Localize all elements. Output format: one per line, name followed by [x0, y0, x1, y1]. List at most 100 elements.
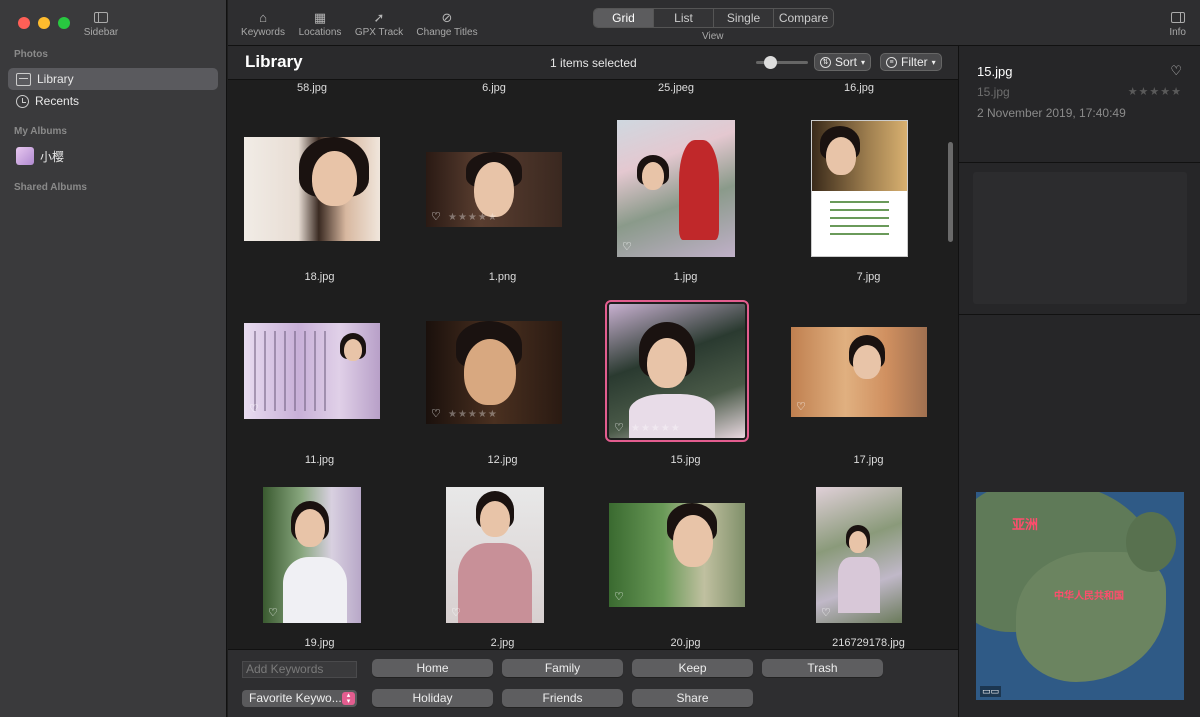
- photo-label: 58.jpg: [297, 82, 327, 94]
- photo-thumbnail[interactable]: [811, 120, 908, 257]
- photo-cell[interactable]: ♡ ★★★★★ 12.jpg: [411, 283, 594, 466]
- favorite-keywords-label: Favorite Keywo...: [249, 691, 342, 705]
- sidebar-toggle-button[interactable]: Sidebar: [80, 10, 122, 38]
- heart-icon[interactable]: ♡: [821, 606, 831, 619]
- tab-grid[interactable]: Grid: [594, 9, 654, 27]
- gpx-track-tool-button[interactable]: ➚ GPX Track: [353, 9, 405, 38]
- photo-label: 7.jpg: [856, 271, 881, 283]
- sidebar-item-library[interactable]: Library: [8, 68, 218, 90]
- close-window-button[interactable]: [18, 17, 30, 29]
- photo-cell[interactable]: ♡ ★★★★★ 1.png: [411, 100, 594, 283]
- sidebar: Sidebar Photos Library Recents My Albums…: [0, 0, 227, 717]
- sort-button[interactable]: ⇅ Sort ▾: [814, 53, 872, 71]
- heart-icon[interactable]: ♡: [796, 400, 806, 413]
- filter-label: Filter: [901, 55, 928, 69]
- photos-heading: Photos: [14, 49, 48, 60]
- sidebar-item-album-xiaoying[interactable]: 小樱: [8, 145, 218, 167]
- photo-cell[interactable]: ♡ 17.jpg: [777, 283, 958, 466]
- photo-cell[interactable]: ♡ 1.jpg: [594, 100, 777, 283]
- photo-thumbnail[interactable]: ♡ ★★★★★: [426, 152, 562, 227]
- keyword-share-button[interactable]: Share: [632, 689, 753, 707]
- sidebar-item-label: Library: [37, 72, 74, 86]
- photo-thumbnail[interactable]: ♡: [791, 327, 927, 417]
- photo-label: 11.jpg: [304, 454, 335, 466]
- photo-label: 15.jpg: [670, 454, 701, 466]
- photo-cell[interactable]: ♡ 216729178.jpg: [777, 466, 958, 649]
- keyword-trash-button[interactable]: Trash: [762, 659, 883, 677]
- rating-stars[interactable]: ★★★★★: [631, 423, 681, 434]
- photo-thumbnail[interactable]: ♡ ★★★★★: [605, 300, 749, 442]
- info-title[interactable]: 15.jpg: [977, 85, 1010, 99]
- add-keywords-input[interactable]: Add Keywords: [242, 661, 357, 678]
- library-icon: [16, 72, 31, 86]
- heart-icon[interactable]: ♡: [614, 421, 624, 434]
- photo-thumbnail[interactable]: ♡: [263, 487, 361, 623]
- photo-thumbnail[interactable]: ♡: [816, 487, 902, 623]
- tab-single[interactable]: Single: [714, 9, 774, 27]
- keyword-home-button[interactable]: Home: [372, 659, 493, 677]
- zoom-window-button[interactable]: [58, 17, 70, 29]
- arrow-icon: ➚: [373, 10, 385, 25]
- photo-thumbnail[interactable]: ♡: [446, 487, 544, 623]
- heart-icon[interactable]: ♡: [268, 606, 278, 619]
- photo-cell[interactable]: 7.jpg: [777, 100, 958, 283]
- favorite-keywords-select[interactable]: Favorite Keywo... ▴ ▾: [242, 690, 357, 707]
- info-file-name[interactable]: 15.jpg: [977, 64, 1012, 79]
- photo-cell[interactable]: ♡ 19.jpg: [228, 466, 411, 649]
- sidebar-item-label: 小樱: [40, 149, 65, 164]
- filter-icon: ≡: [886, 56, 897, 68]
- keyword-friends-button[interactable]: Friends: [502, 689, 623, 707]
- photo-thumbnail[interactable]: ♡: [617, 120, 735, 257]
- photo-cell-selected[interactable]: ♡ ★★★★★ 15.jpg: [594, 283, 777, 466]
- photo-label: 1.png: [488, 271, 517, 283]
- grid-scrollbar[interactable]: [948, 142, 953, 242]
- thumbnail-size-slider[interactable]: [756, 56, 808, 69]
- view-mode-segmented-control: Grid List Single Compare: [593, 8, 834, 28]
- photo-label: 16.jpg: [844, 82, 874, 94]
- photo-thumbnail[interactable]: [244, 137, 380, 241]
- keyword-keep-button[interactable]: Keep: [632, 659, 753, 677]
- slider-knob[interactable]: [764, 56, 777, 69]
- sidebar-toggle-label: Sidebar: [83, 27, 119, 38]
- change-titles-tool-button[interactable]: ⊘ Change Titles: [414, 9, 480, 38]
- map-label-china: 中华人民共和国: [1054, 591, 1124, 602]
- photo-cell[interactable]: ♡ 20.jpg: [594, 466, 777, 649]
- info-toggle-button[interactable]: Info: [1169, 10, 1186, 38]
- keyword-family-button[interactable]: Family: [502, 659, 623, 677]
- shared-albums-heading: Shared Albums: [14, 182, 87, 193]
- heart-icon[interactable]: ♡: [431, 210, 441, 223]
- rating-stars[interactable]: ★★★★★: [448, 212, 498, 223]
- heart-icon[interactable]: ♡: [431, 407, 441, 420]
- photo-thumbnail[interactable]: ♡ ★★★★★: [426, 321, 562, 424]
- heart-icon[interactable]: ♡: [622, 240, 632, 253]
- photo-thumbnail[interactable]: ♡: [244, 323, 380, 419]
- filter-button[interactable]: ≡ Filter ▾: [880, 53, 942, 71]
- keyword-holiday-button[interactable]: Holiday: [372, 689, 493, 707]
- rating-stars[interactable]: ★★★★★: [448, 409, 498, 420]
- tab-list[interactable]: List: [654, 9, 714, 27]
- photo-label: 12.jpg: [487, 454, 518, 466]
- photo-cell[interactable]: 18.jpg: [228, 100, 411, 283]
- heart-icon[interactable]: ♡: [614, 590, 624, 603]
- rating-stars[interactable]: ★★★★★: [1128, 85, 1182, 98]
- photo-cell[interactable]: ♡ 2.jpg: [411, 466, 594, 649]
- photo-thumbnail[interactable]: ♡: [609, 503, 745, 607]
- photo-label: 1.jpg: [673, 271, 698, 283]
- sort-icon: ⇅: [820, 56, 831, 68]
- photo-label: 20.jpg: [670, 637, 701, 649]
- map-logo: ▭▭: [980, 686, 1002, 697]
- sidebar-item-recents[interactable]: Recents: [8, 90, 218, 112]
- heart-icon[interactable]: ♡: [451, 606, 461, 619]
- photo-label: 19.jpg: [304, 637, 335, 649]
- minimize-window-button[interactable]: [38, 17, 50, 29]
- locations-tool-button[interactable]: ▦ Locations: [296, 9, 344, 38]
- info-caption-box[interactable]: [973, 172, 1187, 304]
- heart-icon[interactable]: ♡: [249, 402, 259, 415]
- chevron-down-icon: ▾: [861, 57, 866, 67]
- tab-compare[interactable]: Compare: [774, 9, 833, 27]
- photo-cell[interactable]: ♡ 11.jpg: [228, 283, 411, 466]
- location-map[interactable]: 亚洲 中华人民共和国 ▭▭: [976, 492, 1184, 700]
- keywords-tool-button[interactable]: ⌂ Keywords: [240, 9, 286, 38]
- heart-icon[interactable]: ♡: [1170, 63, 1182, 79]
- info-panel: 15.jpg ♡ 15.jpg ★★★★★ 2 November 2019, 1…: [958, 46, 1200, 717]
